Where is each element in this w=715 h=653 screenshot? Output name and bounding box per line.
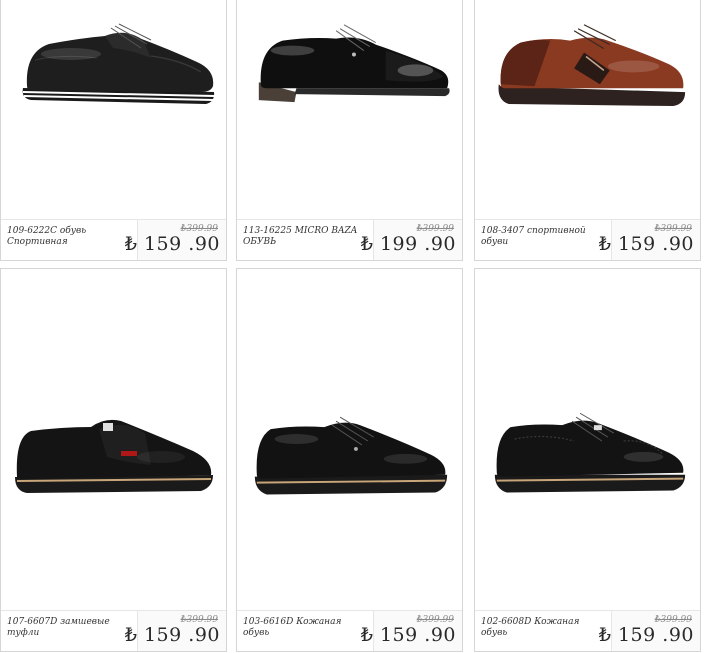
product-name[interactable]: 103-6616D Кожаная обувь: [243, 617, 363, 639]
current-price: ₺ 159 .90: [124, 233, 220, 255]
product-card[interactable]: 113-16225 MICRO BAZA ОБУВЬ ₺399.99 ₺ 199…: [236, 0, 463, 261]
product-photo[interactable]: [475, 0, 700, 222]
product-info: 103-6616D Кожаная обувь ₺399.99 ₺ 159 .9…: [237, 610, 462, 651]
price-box: ₺399.99 ₺ 199 .90: [361, 220, 462, 260]
product-info: 108-3407 спортивной обуви ₺399.99 ₺ 159 …: [475, 219, 700, 260]
black-patent-derby-shoe-icon: [258, 24, 450, 103]
product-card[interactable]: 107-6607D замшевые туфли ₺399.99 ₺ 159 .…: [0, 268, 227, 652]
black-suede-loafer-shoe-icon: [15, 419, 213, 493]
product-info: 102-6608D Кожаная обувь ₺399.99 ₺ 159 .9…: [475, 610, 700, 651]
price-box: ₺399.99 ₺ 159 .90: [599, 220, 700, 260]
current-price: ₺ 159 .90: [598, 624, 694, 646]
black-leather-derby-shoe-icon: [254, 416, 448, 495]
current-price: ₺ 159 .90: [360, 624, 456, 646]
product-card[interactable]: 109-6222C обувь Спортивная ₺399.99 ₺ 159…: [0, 0, 227, 261]
product-card[interactable]: 102-6608D Кожаная обувь ₺399.99 ₺ 159 .9…: [474, 268, 701, 652]
product-name[interactable]: 102-6608D Кожаная обувь: [481, 617, 601, 639]
product-info: 109-6222C обувь Спортивная ₺399.99 ₺ 159…: [1, 219, 226, 260]
product-name[interactable]: 109-6222C обувь Спортивная: [7, 226, 127, 248]
product-photo[interactable]: [1, 0, 226, 222]
product-name[interactable]: 107-6607D замшевые туфли: [7, 617, 127, 639]
product-card[interactable]: 103-6616D Кожаная обувь ₺399.99 ₺ 159 .9…: [236, 268, 463, 652]
price-box: ₺399.99 ₺ 159 .90: [125, 611, 226, 651]
current-price: ₺ 159 .90: [124, 624, 220, 646]
product-name[interactable]: 113-16225 MICRO BAZA ОБУВЬ: [243, 226, 363, 248]
product-info: 107-6607D замшевые туфли ₺399.99 ₺ 159 .…: [1, 610, 226, 651]
product-photo[interactable]: [237, 269, 462, 613]
brown-leather-sneaker-shoe-icon: [498, 24, 686, 107]
product-photo[interactable]: [237, 0, 462, 222]
current-price: ₺ 199 .90: [360, 233, 456, 255]
price-box: ₺399.99 ₺ 159 .90: [125, 220, 226, 260]
current-price: ₺ 159 .90: [598, 233, 694, 255]
product-grid: 109-6222C обувь Спортивная ₺399.99 ₺ 159…: [0, 0, 715, 653]
product-info: 113-16225 MICRO BAZA ОБУВЬ ₺399.99 ₺ 199…: [237, 219, 462, 260]
product-photo[interactable]: [475, 269, 700, 613]
black-leather-sneaker-shoe-icon: [22, 23, 215, 104]
product-card[interactable]: 108-3407 спортивной обуви ₺399.99 ₺ 159 …: [474, 0, 701, 261]
price-box: ₺399.99 ₺ 159 .90: [599, 611, 700, 651]
product-photo[interactable]: [1, 269, 226, 613]
price-box: ₺399.99 ₺ 159 .90: [361, 611, 462, 651]
product-name[interactable]: 108-3407 спортивной обуви: [481, 226, 601, 248]
black-brogue-wingtip-shoe-icon: [494, 412, 686, 493]
